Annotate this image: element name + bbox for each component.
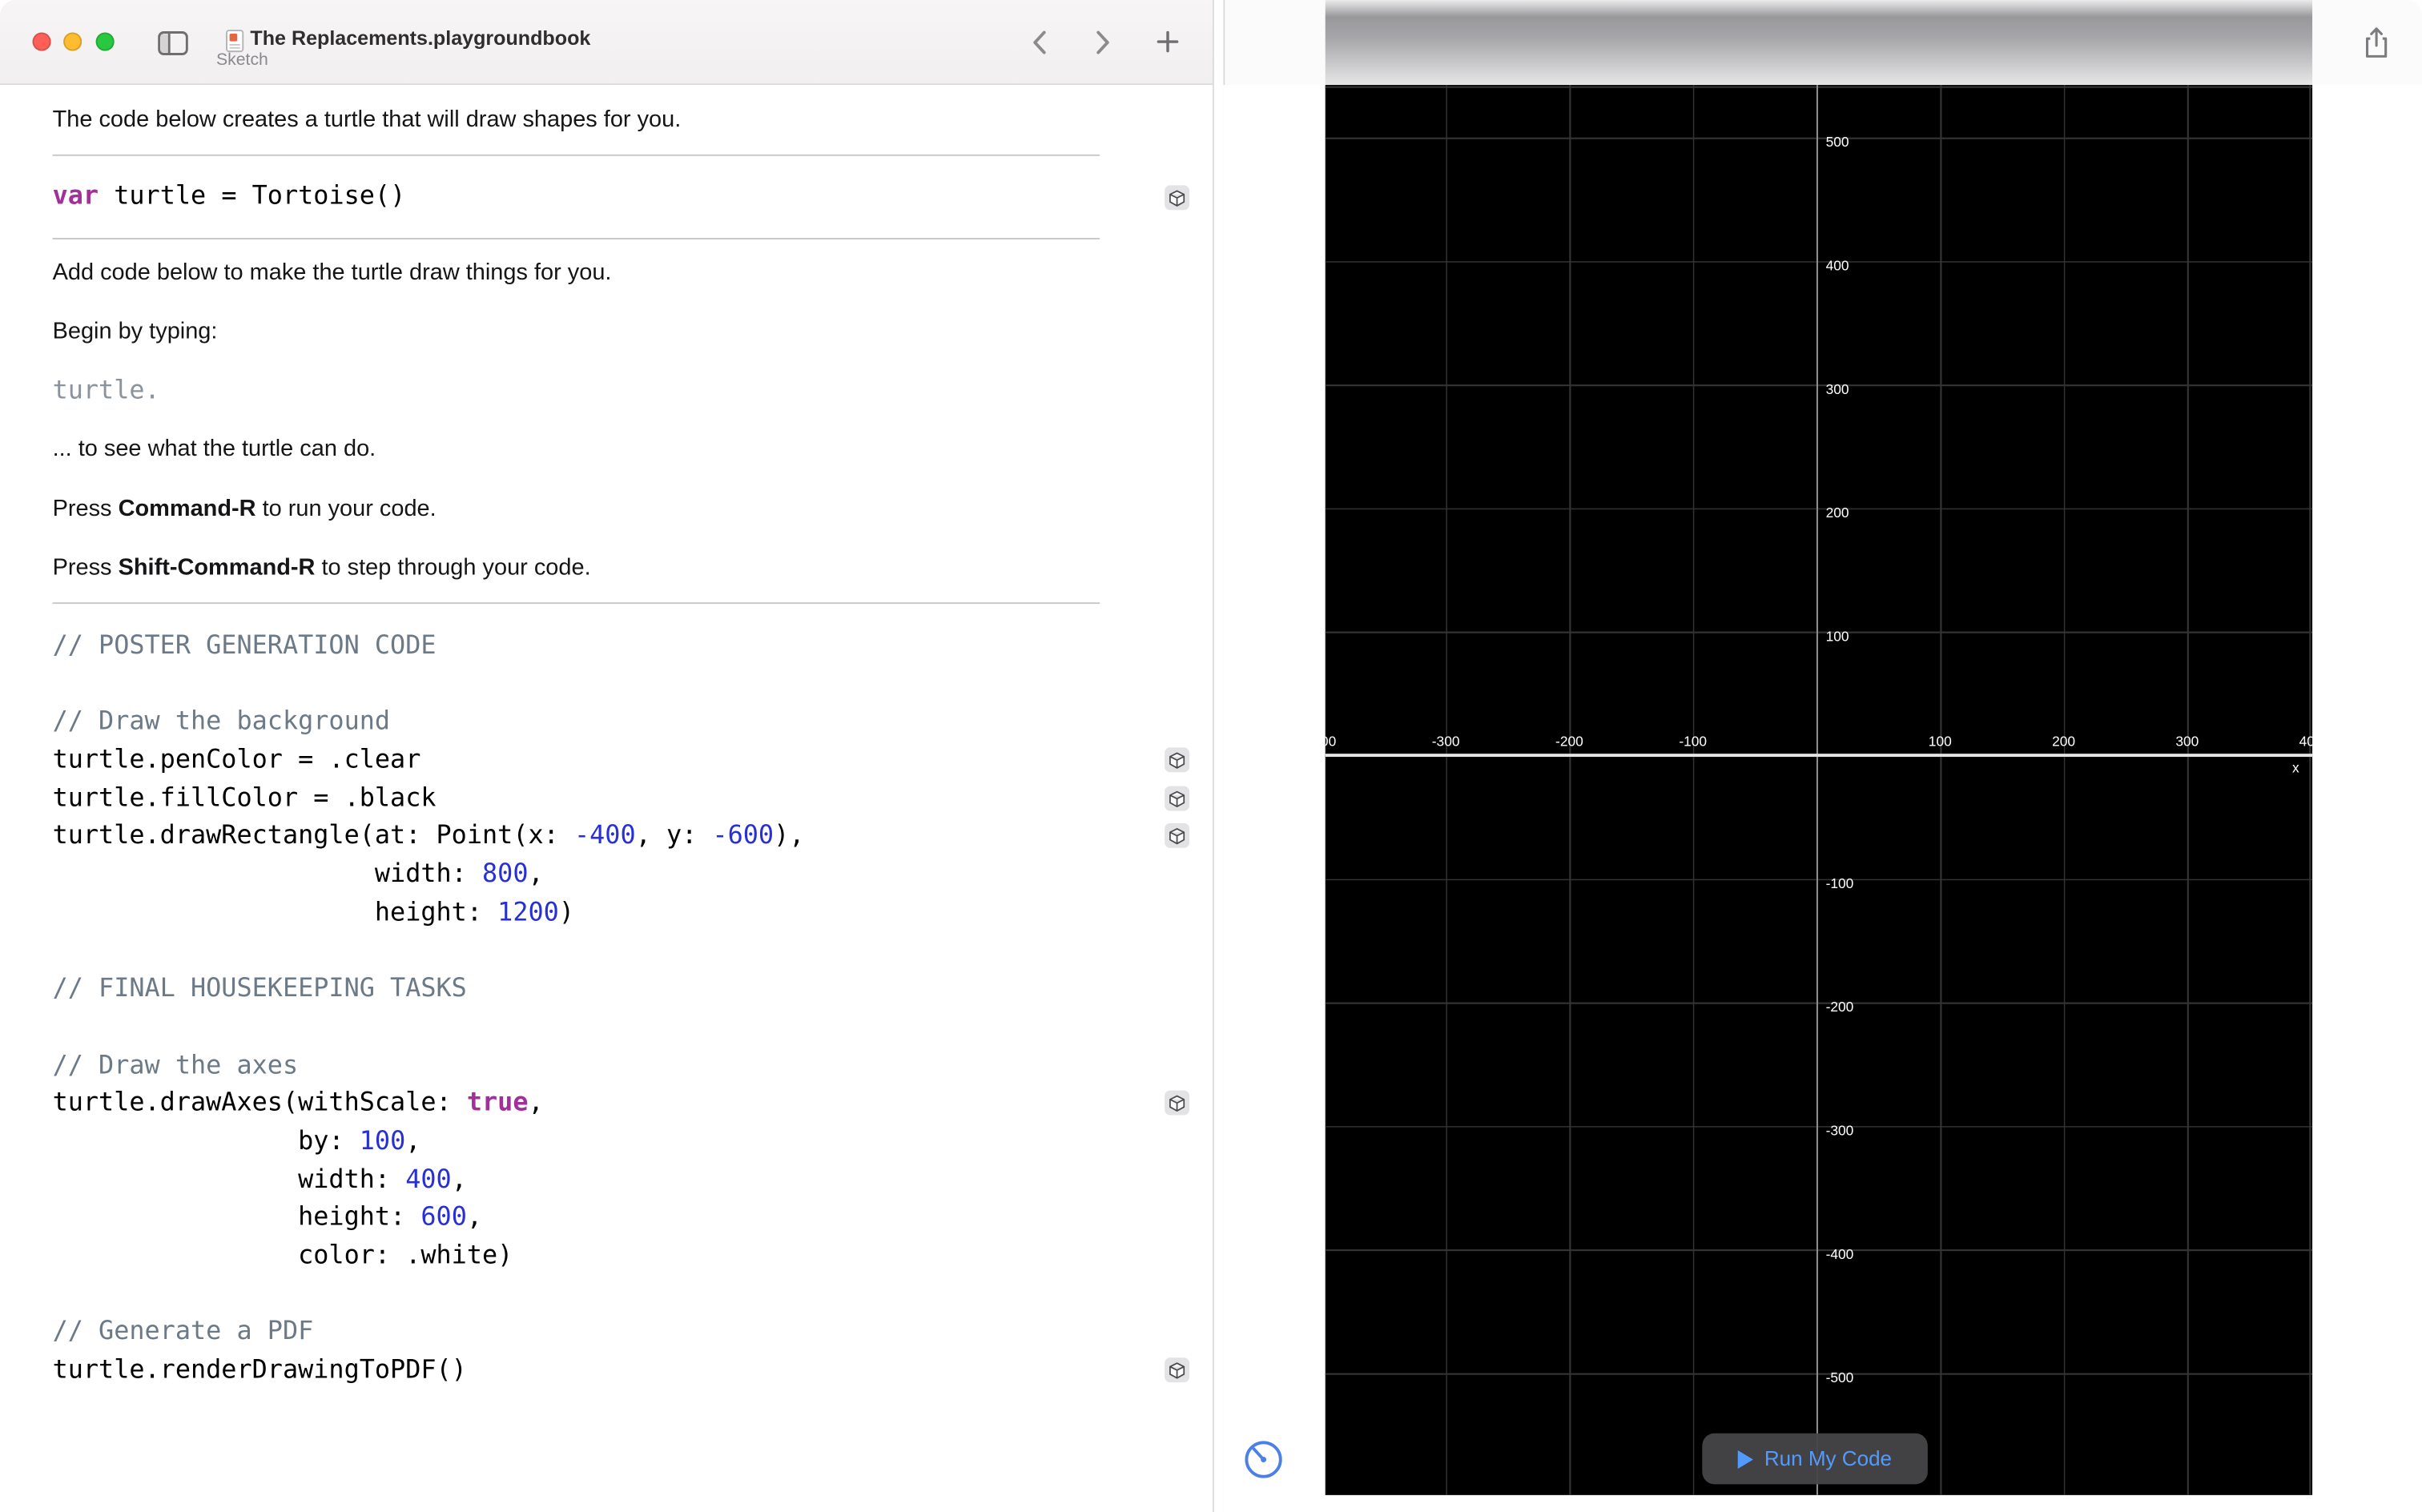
snippet-text: turtle. — [53, 374, 160, 408]
add-code-text: Add code below to make the turtle draw t… — [53, 258, 612, 289]
result-cube-icon[interactable] — [1165, 185, 1189, 210]
code-line[interactable]: turtle.drawRectangle(at: Point(x: -400, … — [53, 818, 805, 856]
x-axis-label: x — [2292, 760, 2299, 775]
code-line[interactable]: width: 800, — [53, 856, 805, 895]
x-tick-label: -300 — [1432, 734, 1460, 750]
forward-button[interactable] — [1093, 30, 1112, 56]
y-tick-label: 400 — [1826, 258, 1849, 273]
code-line[interactable] — [53, 666, 805, 704]
result-cube-icon[interactable] — [1165, 786, 1189, 811]
code-line[interactable] — [53, 1275, 805, 1313]
x-tick-label: 400 — [2299, 734, 2312, 750]
begin-typing-text: Begin by typing: — [53, 316, 218, 348]
y-tick-label: 200 — [1826, 505, 1849, 521]
code-line[interactable]: // Draw the background — [53, 703, 805, 742]
code-block[interactable]: // POSTER GENERATION CODE // Draw the ba… — [53, 627, 805, 1389]
y-tick-label: 100 — [1826, 629, 1849, 644]
y-tick-label: -500 — [1826, 1370, 1854, 1385]
y-tick-label: -100 — [1826, 876, 1854, 891]
code-line[interactable] — [53, 932, 805, 971]
x-tick-label: -200 — [1555, 734, 1583, 750]
step-shortcut-text: Press Shift-Command-R to step through yo… — [53, 553, 591, 584]
y-tick-label: -400 — [1826, 1246, 1854, 1261]
code-line[interactable]: height: 1200) — [53, 894, 805, 932]
zoom-window-button[interactable] — [96, 33, 115, 51]
x-tick-label: 300 — [2175, 734, 2199, 750]
run-my-code-label: Run My Code — [1764, 1447, 1892, 1470]
back-button[interactable] — [1030, 30, 1048, 56]
x-tick-label: -400 — [1326, 734, 1337, 750]
result-cube-icon[interactable] — [1165, 823, 1189, 848]
result-cube-icon[interactable] — [1165, 1091, 1189, 1116]
code-line[interactable]: turtle.penColor = .clear — [53, 742, 805, 780]
y-tick-label: -200 — [1826, 999, 1854, 1015]
divider-rule — [53, 238, 1100, 239]
y-tick-label: 500 — [1826, 135, 1849, 150]
see-what-text: ... to see what the turtle can do. — [53, 434, 376, 465]
code-line[interactable]: turtle.renderDrawingToPDF() — [53, 1352, 805, 1390]
grid-canvas: x -400 -300 -200 -100 100 200 300 400 500 400 300 2… — [1326, 85, 2312, 1495]
result-cube-icon[interactable] — [1165, 1357, 1189, 1382]
code-line[interactable]: width: 400, — [53, 1161, 805, 1200]
code-editor-pane[interactable]: The code below creates a turtle that wil… — [0, 85, 1213, 1512]
code-line[interactable] — [53, 1008, 805, 1047]
x-axis-line — [1326, 754, 2312, 757]
code-line[interactable]: // Draw the axes — [53, 1047, 805, 1085]
share-button[interactable] — [2364, 26, 2390, 59]
code-line[interactable]: // Generate a PDF — [53, 1313, 805, 1352]
code-line[interactable]: height: 600, — [53, 1199, 805, 1237]
window-subtitle: Sketch — [216, 51, 268, 70]
code-line[interactable]: turtle.fillColor = .black — [53, 779, 805, 818]
x-tick-label: -100 — [1679, 734, 1707, 750]
sidebar-toggle-button[interactable] — [158, 31, 189, 56]
close-window-button[interactable] — [33, 33, 51, 51]
minimize-window-button[interactable] — [63, 33, 82, 51]
y-tick-label: -300 — [1826, 1123, 1854, 1138]
document-icon — [226, 30, 244, 53]
window-title: The Replacements.playgroundbook — [250, 26, 590, 50]
play-icon — [1738, 1450, 1753, 1468]
run-my-code-button[interactable]: Run My Code — [1702, 1434, 1928, 1485]
code-line[interactable]: color: .white) — [53, 1237, 805, 1276]
x-tick-label: 200 — [2052, 734, 2075, 750]
code-line[interactable]: // FINAL HOUSEKEEPING TASKS — [53, 971, 805, 1009]
code-line[interactable]: turtle.drawAxes(withScale: true, — [53, 1084, 805, 1123]
x-tick-label: 100 — [1929, 734, 1952, 750]
divider-rule — [53, 602, 1100, 604]
execution-speed-gauge-icon[interactable] — [1242, 1438, 1285, 1482]
toolbar-canvas-translucency — [1326, 0, 2312, 85]
code-line[interactable]: // POSTER GENERATION CODE — [53, 627, 805, 666]
divider-rule — [53, 155, 1100, 156]
result-cube-icon[interactable] — [1165, 747, 1189, 772]
y-axis-line — [1816, 85, 1818, 1495]
y-tick-label: 300 — [1826, 381, 1849, 396]
code-line[interactable]: by: 100, — [53, 1123, 805, 1161]
code-line-declaration[interactable]: var turtle = Tortoise() — [53, 179, 406, 213]
app-window: The Replacements.playgroundbook Sketch T… — [0, 0, 2422, 1512]
add-page-button[interactable] — [1157, 31, 1179, 53]
run-shortcut-text: Press Command-R to run your code. — [53, 494, 437, 525]
intro-text: The code below creates a turtle that wil… — [53, 105, 682, 136]
